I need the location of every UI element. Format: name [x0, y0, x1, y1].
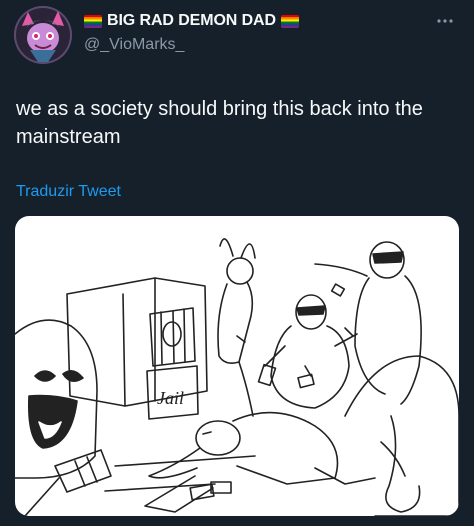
- author-name-row[interactable]: BIG RAD DEMON DAD: [84, 10, 299, 32]
- avatar[interactable]: [14, 6, 72, 64]
- ellipsis-icon: [437, 19, 453, 23]
- sketch-drawing: Jail: [15, 238, 459, 516]
- jail-sign-text: Jail: [157, 388, 184, 408]
- avatar-image: [14, 6, 72, 64]
- tweet-text: we as a society should bring this back i…: [16, 98, 423, 148]
- tweet-media-image[interactable]: Jail: [15, 216, 459, 516]
- more-options-button[interactable]: [430, 8, 460, 34]
- translate-tweet-link[interactable]: Traduzir Tweet: [16, 183, 121, 201]
- tweet-card: BIG RAD DEMON DAD @_VioMarks_ we as a so…: [0, 0, 474, 526]
- author-handle[interactable]: @_VioMarks_: [84, 36, 184, 54]
- rainbow-flag-icon: [280, 14, 299, 28]
- rainbow-flag-icon: [84, 14, 102, 28]
- author-display-name[interactable]: BIG RAD DEMON DAD: [107, 12, 276, 30]
